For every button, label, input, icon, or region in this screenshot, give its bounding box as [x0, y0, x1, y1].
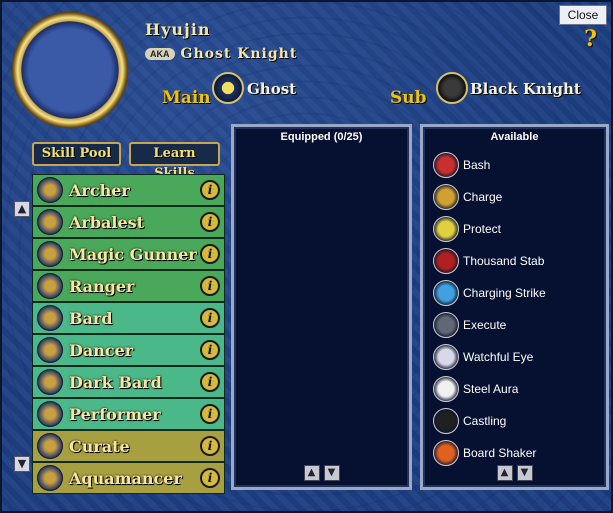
equipped-title: Equipped (0/25) [280, 131, 363, 143]
skill-pool-item-label: Performer [69, 404, 161, 424]
skill-pool-item-label: Arbalest [69, 212, 145, 232]
dancer-icon [37, 337, 63, 363]
equipped-scroll-up[interactable]: ▲ [303, 465, 320, 481]
skill-pool-item-label: Magic Gunner [69, 244, 197, 264]
bash-icon [433, 152, 459, 178]
charge-icon [433, 184, 459, 210]
available-skill-item[interactable]: Protect [423, 213, 606, 245]
available-scroll-down[interactable]: ▼ [516, 465, 533, 481]
available-skill-item[interactable]: Steel Aura [423, 373, 606, 405]
info-icon[interactable]: i [200, 308, 220, 328]
axe-icon [433, 312, 459, 338]
available-skill-label: Bash [463, 158, 491, 172]
available-skill-item[interactable]: Bash [423, 149, 606, 181]
learn-skills-tab[interactable]: Learn Skills [129, 142, 220, 181]
close-button[interactable]: Close [559, 5, 607, 25]
available-skill-label: Castling [463, 414, 507, 428]
skill-pool-item-label: Dark Bard [69, 372, 162, 392]
skill-pool-item[interactable]: Arbalest i [32, 206, 225, 238]
skill-pool-item[interactable]: Magic Gunner i [32, 238, 225, 270]
available-skill-item[interactable]: Execute [423, 309, 606, 341]
info-icon[interactable]: i [200, 212, 220, 232]
available-skill-label: Watchful Eye [463, 350, 534, 364]
available-skill-label: Thousand Stab [463, 254, 545, 268]
rook-icon [433, 408, 459, 434]
available-skill-label: Charge [463, 190, 503, 204]
available-title: Available [490, 131, 539, 143]
available-skill-label: Execute [463, 318, 507, 332]
music-notes-icon [37, 305, 63, 331]
skill-pool-item-label: Curate [69, 436, 130, 456]
eye-icon [433, 344, 459, 370]
checker-aura-icon [433, 376, 459, 402]
info-icon[interactable]: i [200, 372, 220, 392]
skill-pool-item[interactable]: Curate i [32, 430, 225, 462]
info-icon[interactable]: i [200, 468, 220, 488]
black-knight-class-icon[interactable] [436, 72, 468, 104]
skill-pool-item-label: Aquamancer [69, 468, 182, 488]
info-icon[interactable]: i [200, 340, 220, 360]
stab-icon [433, 248, 459, 274]
equipped-scroll: ▲ ▼ [234, 465, 409, 481]
info-icon[interactable]: i [200, 404, 220, 424]
available-skill-item[interactable]: Castling [423, 405, 606, 437]
equipped-scroll-down[interactable]: ▼ [323, 465, 340, 481]
skill-pool-item-label: Ranger [69, 276, 135, 296]
gun-icon [37, 241, 63, 267]
help-icon[interactable]: ? [584, 26, 597, 52]
skill-pool-item-label: Bard [69, 308, 113, 328]
crossbow-icon [37, 209, 63, 235]
available-skill-label: Board Shaker [463, 446, 537, 460]
skill-pool-item[interactable]: Archer i [32, 174, 225, 206]
sub-class-name: Black Knight [470, 80, 581, 98]
dark-notes-icon [37, 369, 63, 395]
juggling-balls-icon [37, 401, 63, 427]
skill-pool-item[interactable]: Aquamancer i [32, 462, 225, 494]
info-icon[interactable]: i [200, 436, 220, 456]
character-aka: AKA Ghost Knight [145, 46, 297, 62]
available-skill-item[interactable]: Charging Strike [423, 277, 606, 309]
main-class-label: Main [162, 88, 211, 108]
skill-pool-item[interactable]: Dark Bard i [32, 366, 225, 398]
longbow-icon [37, 273, 63, 299]
aka-badge: AKA [145, 48, 175, 60]
info-icon[interactable]: i [200, 276, 220, 296]
available-skill-label: Charging Strike [463, 286, 546, 300]
info-icon[interactable]: i [200, 180, 220, 200]
main-class-name: Ghost [247, 80, 297, 98]
shield-icon [433, 216, 459, 242]
available-scroll-up[interactable]: ▲ [496, 465, 513, 481]
available-list: Bash Charge Protect Thousand Stab Charging S… [423, 149, 606, 469]
skill-pool-item[interactable]: Ranger i [32, 270, 225, 302]
bow-arrow-icon [37, 177, 63, 203]
skill-pool-item[interactable]: Performer i [32, 398, 225, 430]
available-panel: Available Bash Charge Protect Thousand Stab… [420, 124, 609, 490]
skill-pool-item-label: Dancer [69, 340, 134, 360]
water-triangle-icon [37, 465, 63, 491]
skill-pool-tab[interactable]: Skill Pool [32, 142, 121, 166]
character-title: Ghost Knight [180, 46, 298, 62]
character-portrait [8, 8, 132, 132]
equipped-panel: Equipped (0/25) ▲ ▼ [231, 124, 412, 490]
sub-class-label: Sub [390, 88, 427, 108]
skill-pool-scroll-down[interactable]: ▼ [14, 456, 30, 472]
available-skill-label: Protect [463, 222, 502, 236]
skill-pool-item[interactable]: Dancer i [32, 334, 225, 366]
staff-icon [37, 433, 63, 459]
skill-pool-item[interactable]: Bard i [32, 302, 225, 334]
skills-window: Close ? Hyujin AKA Ghost Knight Main Gho… [0, 0, 613, 513]
character-name: Hyujin [145, 20, 211, 39]
available-skill-item[interactable]: Watchful Eye [423, 341, 606, 373]
skill-pool-item-label: Archer [69, 180, 130, 200]
info-icon[interactable]: i [200, 244, 220, 264]
available-skill-item[interactable]: Thousand Stab [423, 245, 606, 277]
strike-icon [433, 280, 459, 306]
skill-pool-scroll-up[interactable]: ▲ [14, 201, 30, 217]
available-scroll: ▲ ▼ [423, 465, 606, 481]
skill-pool-list: Archer i Arbalest i Magic Gunner i Ranger i Bard… [32, 174, 225, 494]
explosion-icon [433, 440, 459, 466]
available-skill-label: Steel Aura [463, 382, 519, 396]
ghost-class-icon[interactable] [212, 72, 244, 104]
available-skill-item[interactable]: Charge [423, 181, 606, 213]
